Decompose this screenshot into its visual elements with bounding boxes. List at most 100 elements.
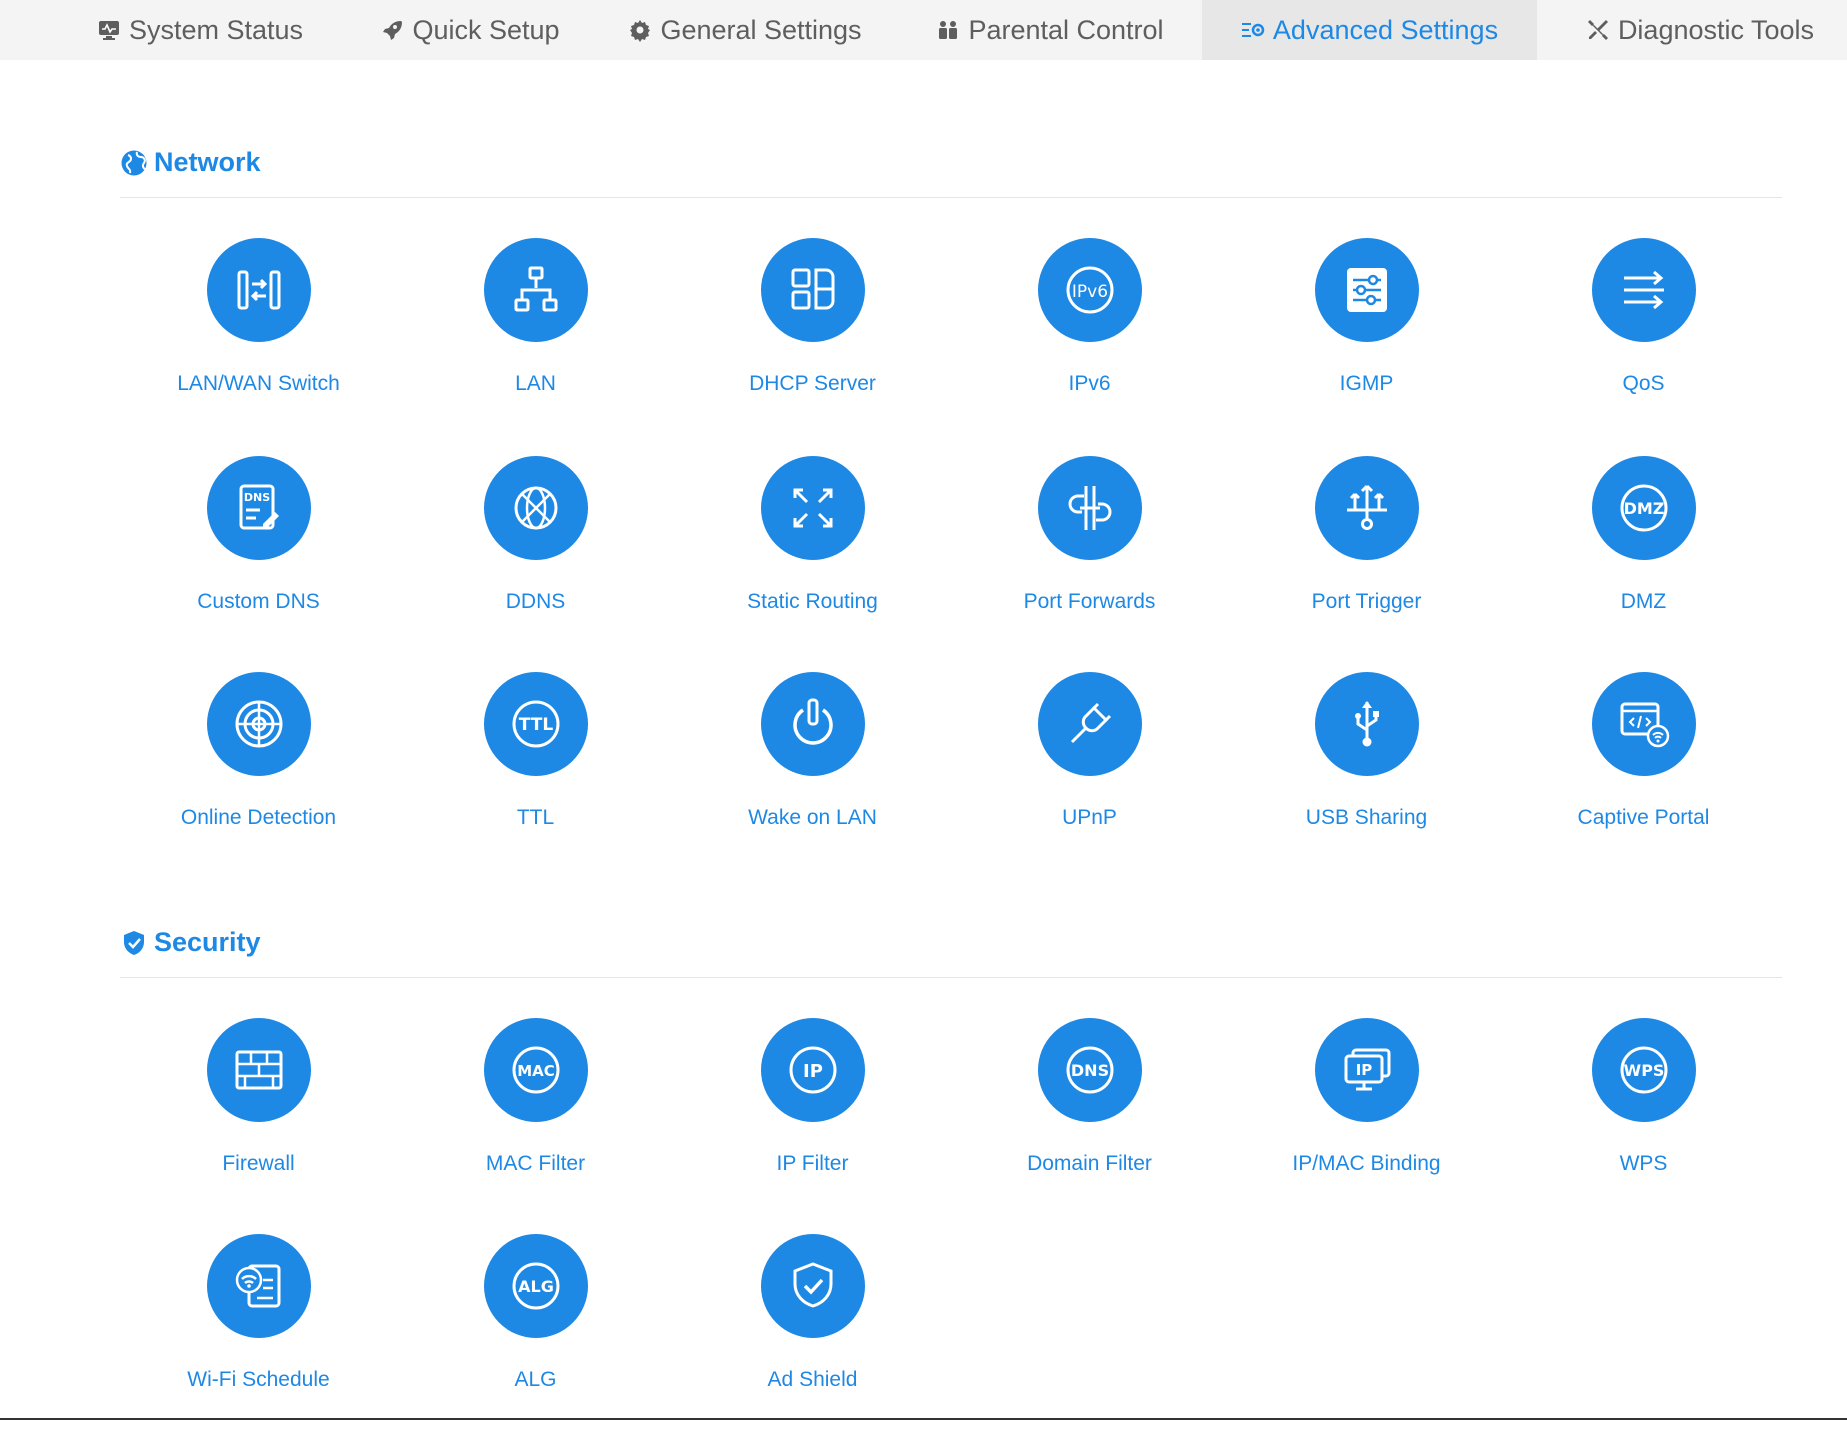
svg-text:WPS: WPS [1623,1061,1664,1080]
svg-text:IP: IP [1355,1061,1372,1079]
firewall-icon [225,1036,293,1104]
svg-text:DNS: DNS [243,491,269,504]
section-title: Network [154,147,261,177]
wps-icon: WPS [1610,1036,1678,1104]
svg-text:MAC: MAC [517,1062,555,1080]
network-item-upnp[interactable]: UPnP [951,672,1228,872]
gear-icon [628,18,652,42]
item-label: Wake on LAN [748,806,877,829]
ip-filter-icon: IP [779,1036,847,1104]
network-item-ipv6[interactable]: IPv6 IPv6 [951,238,1228,438]
network-item-static-routing[interactable]: Static Routing [674,456,951,656]
network-item-lan[interactable]: LAN [397,238,674,438]
security-item-alg[interactable]: ALG ALG [397,1234,674,1434]
domain-filter-icon: DNS [1056,1036,1124,1104]
network-item-usb-sharing[interactable]: USB Sharing [1228,672,1505,872]
item-label: MAC Filter [485,1152,586,1175]
tab-label: System Status [128,14,304,45]
svg-text:IP: IP [803,1061,823,1082]
network-item-custom-dns[interactable]: DNS Custom DNS [120,456,397,656]
lan-wan-switch-icon [225,256,293,324]
monitor-icon [97,18,121,42]
ttl-icon: TTL [502,690,570,758]
svg-text:DMZ: DMZ [1623,499,1664,518]
item-label: Captive Portal [1577,806,1710,829]
igmp-icon [1333,256,1401,324]
ip-mac-binding-icon: IP [1333,1036,1401,1104]
network-item-port-trigger[interactable]: Port Trigger [1228,456,1505,656]
item-label: LAN/WAN Switch [177,372,340,395]
tab-label: Parental Control [968,14,1164,45]
security-item-wifi-schedule[interactable]: Wi-Fi Schedule [120,1234,397,1434]
security-item-ad-shield[interactable]: Ad Shield [674,1234,951,1434]
online-detection-icon [225,690,293,758]
captive-portal-icon [1610,690,1678,758]
item-label: IGMP [1339,372,1394,395]
item-label: IP Filter [776,1152,849,1175]
item-label: Firewall [222,1152,295,1175]
item-label: Port Forwards [1023,590,1156,613]
security-item-mac-filter[interactable]: MAC MAC Filter [397,1018,674,1218]
mac-filter-icon: MAC [502,1036,570,1104]
item-label: LAN [515,372,556,395]
network-item-port-forwards[interactable]: Port Forwards [951,456,1228,656]
security-item-wps[interactable]: WPS WPS [1505,1018,1782,1218]
security-item-ip-mac-binding[interactable]: IP IP/MAC Binding [1228,1018,1505,1218]
item-label: IP/MAC Binding [1292,1152,1441,1175]
network-item-wake-on-lan[interactable]: Wake on LAN [674,672,951,872]
dhcp-server-icon [779,256,847,324]
lan-icon [502,256,570,324]
item-label: Port Trigger [1311,590,1422,613]
port-trigger-icon [1333,474,1401,542]
security-item-firewall[interactable]: Firewall [120,1018,397,1218]
usb-sharing-icon [1333,690,1401,758]
tools-icon [1586,18,1610,42]
network-item-dhcp-server[interactable]: DHCP Server [674,238,951,438]
security-item-domain-filter[interactable]: DNS Domain Filter [951,1018,1228,1218]
network-item-ttl[interactable]: TTL TTL [397,672,674,872]
wake-on-lan-icon [779,690,847,758]
network-item-lan-wan-switch[interactable]: LAN/WAN Switch [120,238,397,438]
item-label: WPS [1619,1152,1668,1175]
tab-quick-setup[interactable]: Quick Setup [370,0,570,60]
item-label: ALG [514,1368,557,1391]
port-forwards-icon [1056,474,1124,542]
tab-diagnostic-tools[interactable]: Diagnostic Tools [1565,0,1835,60]
item-label: DDNS [505,590,566,613]
sliders-gear-icon [1241,18,1265,42]
page-frame: System Status Quick Setup General Settin… [0,0,1847,1420]
tab-label: Diagnostic Tools [1617,14,1815,45]
item-label: USB Sharing [1305,806,1428,829]
svg-text:ALG: ALG [518,1277,554,1296]
tab-advanced-settings[interactable]: Advanced Settings [1202,0,1537,60]
tab-label: General Settings [660,14,862,45]
ddns-icon [502,474,570,542]
family-icon [936,18,960,42]
item-label: QoS [1622,372,1665,395]
tab-parental-control[interactable]: Parental Control [930,0,1170,60]
alg-icon: ALG [502,1252,570,1320]
rocket-icon [380,18,404,42]
item-label: Custom DNS [197,590,320,613]
network-item-online-detection[interactable]: Online Detection [120,672,397,872]
dmz-icon: DMZ [1610,474,1678,542]
item-label: Static Routing [747,590,878,613]
custom-dns-icon: DNS [225,474,293,542]
network-item-qos[interactable]: QoS [1505,238,1782,438]
tab-label: Advanced Settings [1272,14,1499,45]
network-item-dmz[interactable]: DMZ DMZ [1505,456,1782,656]
network-item-ddns[interactable]: DDNS [397,456,674,656]
item-label: DHCP Server [749,372,876,395]
top-tab-bar: System Status Quick Setup General Settin… [0,0,1847,60]
item-label: Ad Shield [767,1368,858,1391]
tab-label: Quick Setup [412,14,560,45]
network-item-igmp[interactable]: IGMP [1228,238,1505,438]
wifi-schedule-icon [225,1252,293,1320]
network-item-captive-portal[interactable]: Captive Portal [1505,672,1782,872]
item-label: IPv6 [1068,372,1111,395]
security-item-ip-filter[interactable]: IP IP Filter [674,1018,951,1218]
item-label: Wi-Fi Schedule [187,1368,330,1391]
shield-check-icon [120,929,148,957]
tab-system-status[interactable]: System Status [80,0,320,60]
tab-general-settings[interactable]: General Settings [625,0,865,60]
